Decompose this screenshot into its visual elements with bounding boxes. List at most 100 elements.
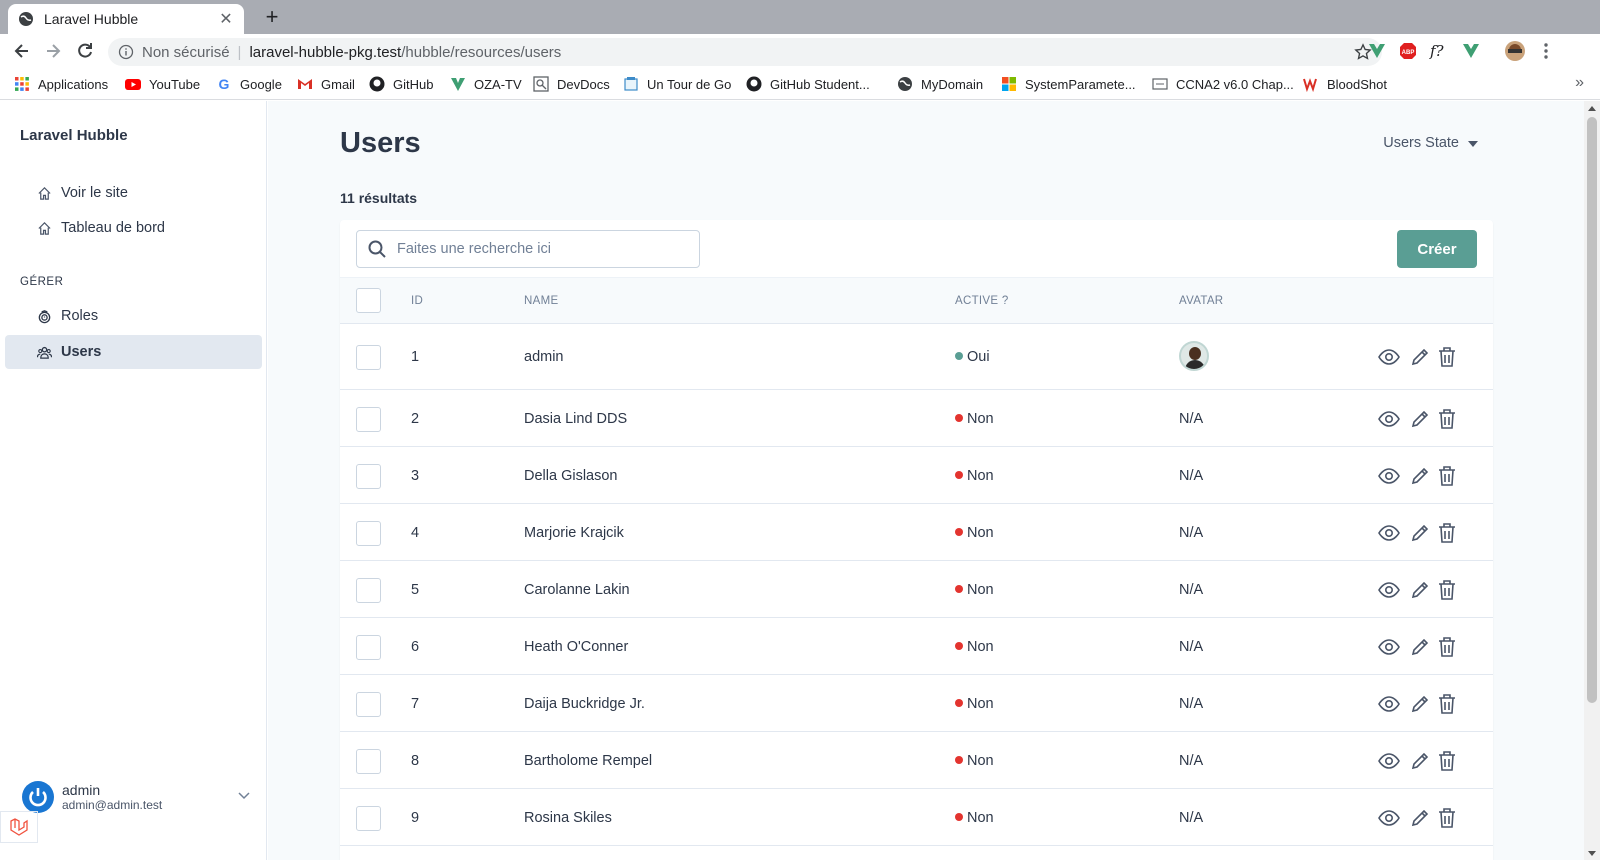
menu-kebab-icon[interactable] [1540, 42, 1552, 60]
column-header-active[interactable]: ACTIVE ? [955, 295, 1009, 307]
scroll-down-arrow-icon[interactable] [1588, 851, 1596, 856]
scroll-up-arrow-icon[interactable] [1588, 106, 1596, 111]
table-row[interactable]: 2 Dasia Lind DDS Non N/A [340, 390, 1493, 447]
view-eye-icon[interactable] [1378, 693, 1400, 715]
view-eye-icon[interactable] [1378, 408, 1400, 430]
scrollbar-thumb[interactable] [1587, 117, 1597, 703]
new-tab-button[interactable]: + [260, 5, 284, 29]
bookmark-bloodshot[interactable]: BloodShot [1303, 74, 1387, 94]
delete-trash-icon[interactable] [1436, 579, 1458, 601]
edit-pencil-icon[interactable] [1409, 522, 1431, 544]
column-header-avatar[interactable]: AVATAR [1179, 295, 1223, 307]
users-state-dropdown[interactable]: Users State [1383, 135, 1478, 151]
view-eye-icon[interactable] [1378, 807, 1400, 829]
create-button[interactable]: Créer [1397, 230, 1477, 268]
delete-trash-icon[interactable] [1436, 465, 1458, 487]
row-checkbox[interactable] [356, 463, 381, 489]
search-box[interactable] [356, 230, 700, 268]
view-eye-icon[interactable] [1378, 465, 1400, 487]
edit-pencil-icon[interactable] [1409, 636, 1431, 658]
address-bar[interactable]: Non sécurisé | laravel-hubble-pkg.test /… [108, 38, 1382, 66]
table-row[interactable]: 1 admin Oui [340, 324, 1493, 390]
sidebar-item-voir-le-site[interactable]: Voir le site [5, 176, 262, 210]
table-row[interactable]: 6 Heath O'Conner Non N/A [340, 618, 1493, 675]
microsoft-icon [1002, 77, 1016, 91]
column-header-id[interactable]: ID [411, 295, 423, 307]
view-eye-icon[interactable] [1378, 636, 1400, 658]
close-tab-icon[interactable]: ✕ [218, 9, 234, 29]
sidebar-item-roles[interactable]: Roles [5, 299, 262, 333]
sidebar-item-users[interactable]: Users [5, 335, 262, 369]
bookmark-mydomain[interactable]: MyDomain [897, 74, 983, 94]
delete-trash-icon[interactable] [1436, 807, 1458, 829]
table-row[interactable]: 9 Rosina Skiles Non N/A [340, 789, 1493, 846]
user-menu[interactable]: admin admin@admin.test [22, 777, 252, 817]
vue-devtools-icon[interactable] [1368, 42, 1386, 60]
table-row[interactable]: 5 Carolanne Lakin Non N/A [340, 561, 1493, 618]
delete-trash-icon[interactable] [1436, 346, 1458, 368]
app-brand[interactable]: Laravel Hubble [20, 127, 128, 144]
search-icon [368, 240, 386, 258]
row-checkbox[interactable] [356, 345, 381, 370]
edit-pencil-icon[interactable] [1409, 465, 1431, 487]
delete-trash-icon[interactable] [1436, 693, 1458, 715]
bookmark-github-student[interactable]: GitHub Student... [746, 74, 870, 94]
sidebar-item-tableau-de-bord[interactable]: Tableau de bord [5, 211, 262, 245]
back-arrow-icon[interactable] [12, 41, 32, 61]
sidebar-item-label: Users [61, 344, 102, 360]
page-scrollbar[interactable] [1584, 101, 1600, 860]
table-row[interactable]: 7 Daija Buckridge Jr. Non N/A [340, 675, 1493, 732]
chevron-down-icon[interactable] [236, 787, 252, 803]
table-row[interactable]: 3 Della Gislason Non N/A [340, 447, 1493, 504]
bookmark-youtube[interactable]: YouTube [125, 74, 200, 94]
bookmark-gmail[interactable]: Gmail [297, 74, 355, 94]
ccna-icon [1152, 78, 1168, 90]
view-eye-icon[interactable] [1378, 750, 1400, 772]
select-all-checkbox[interactable] [356, 288, 381, 313]
table-row[interactable]: 4 Marjorie Krajcik Non N/A [340, 504, 1493, 561]
delete-trash-icon[interactable] [1436, 750, 1458, 772]
edit-pencil-icon[interactable] [1409, 346, 1431, 368]
edit-pencil-icon[interactable] [1409, 807, 1431, 829]
bookmarks-overflow-button[interactable]: » [1575, 74, 1584, 92]
profile-avatar[interactable] [1505, 41, 1525, 61]
row-checkbox[interactable] [356, 691, 381, 717]
view-eye-icon[interactable] [1378, 522, 1400, 544]
edit-pencil-icon[interactable] [1409, 693, 1431, 715]
row-checkbox[interactable] [356, 520, 381, 546]
bookmark-devdocs[interactable]: DevDocs [533, 74, 610, 94]
bookmark-systemparameters[interactable]: SystemParamete... [1001, 74, 1136, 94]
vue-extension-icon[interactable] [1462, 42, 1480, 60]
view-eye-icon[interactable] [1378, 346, 1400, 368]
edit-pencil-icon[interactable] [1409, 579, 1431, 601]
delete-trash-icon[interactable] [1436, 636, 1458, 658]
row-checkbox[interactable] [356, 805, 381, 831]
font-finder-icon[interactable]: f? [1430, 42, 1452, 60]
adblock-icon[interactable]: ABP [1399, 42, 1417, 60]
row-checkbox[interactable] [356, 634, 381, 660]
info-icon[interactable] [118, 44, 134, 60]
edit-pencil-icon[interactable] [1409, 750, 1431, 772]
bookmark-github[interactable]: GitHub [369, 74, 433, 94]
row-checkbox[interactable] [356, 748, 381, 774]
bookmark-tour-de-go[interactable]: Un Tour de Go [623, 74, 731, 94]
delete-trash-icon[interactable] [1436, 522, 1458, 544]
browser-tab[interactable]: Laravel Hubble ✕ [8, 4, 244, 34]
column-header-name[interactable]: NAME [524, 295, 558, 307]
reload-icon[interactable] [75, 41, 95, 61]
bookmark-label: Applications [38, 76, 109, 92]
row-checkbox[interactable] [356, 577, 381, 603]
edit-pencil-icon[interactable] [1409, 408, 1431, 430]
forward-arrow-icon[interactable] [43, 41, 63, 61]
row-checkbox[interactable] [356, 406, 381, 432]
github-icon [369, 76, 385, 92]
bookmark-google[interactable]: G Google [216, 74, 282, 94]
search-input[interactable] [397, 241, 687, 257]
bookmark-applications[interactable]: Applications [14, 74, 108, 94]
bookmark-oza-tv[interactable]: OZA-TV [450, 74, 522, 94]
bookmark-ccna2[interactable]: CCNA2 v6.0 Chap... [1152, 74, 1294, 94]
github-icon [746, 76, 762, 92]
table-row[interactable]: 8 Bartholome Rempel Non N/A [340, 732, 1493, 789]
delete-trash-icon[interactable] [1436, 408, 1458, 430]
view-eye-icon[interactable] [1378, 579, 1400, 601]
